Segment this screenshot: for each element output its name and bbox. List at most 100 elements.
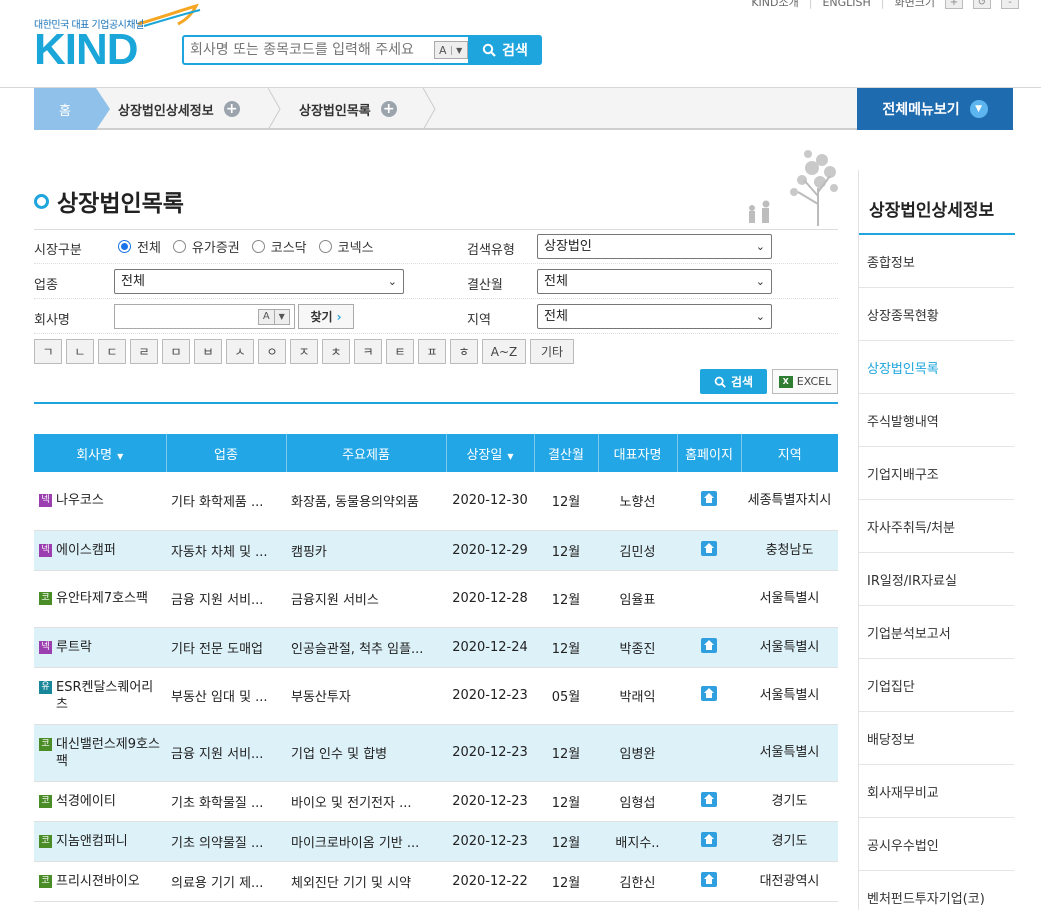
sidebar-item[interactable]: 종합정보: [859, 235, 1014, 288]
market-radio-kospi[interactable]: 유가증권: [172, 237, 240, 256]
global-search-button[interactable]: 검색: [468, 35, 542, 65]
industry-cell: 기초 화학물질 ...: [166, 781, 286, 822]
fiscal-month-cell: 05월: [534, 667, 598, 725]
consonant-button[interactable]: ㅇ: [258, 339, 286, 364]
home-icon[interactable]: [701, 791, 717, 807]
results-divider: [34, 402, 838, 404]
sidebar-item[interactable]: 기업집단: [859, 659, 1014, 712]
listed-date-cell: 2020-12-29: [446, 530, 534, 571]
plus-icon[interactable]: +: [223, 101, 240, 117]
product-cell: 금융지원 서비스: [286, 570, 446, 628]
sidebar-item[interactable]: 벤처펀드투자기업(코): [859, 871, 1014, 910]
company-name-link[interactable]: 지놈앤컴퍼니: [56, 833, 128, 850]
find-company-button[interactable]: 찾기 ›: [298, 304, 354, 329]
sidebar-item[interactable]: 공시우수법인: [859, 818, 1014, 871]
consonant-button[interactable]: ㅊ: [322, 339, 350, 364]
sidebar-item[interactable]: 기업분석보고서: [859, 606, 1014, 659]
market-radio-kosdaq[interactable]: 코스닥: [251, 237, 307, 256]
region-select[interactable]: 전체 ⌄: [537, 304, 772, 329]
market-radio-konex[interactable]: 코넥스: [318, 237, 374, 256]
company-name-link[interactable]: ESR켄달스퀘어리츠: [56, 679, 161, 713]
region-cell: 대전광역시: [741, 861, 838, 902]
consonant-button[interactable]: ㄱ: [34, 339, 62, 364]
listed-date-cell: 2020-12-30: [446, 472, 534, 531]
fiscal-month-select[interactable]: 전체 ⌄: [537, 269, 772, 294]
home-icon[interactable]: [701, 831, 717, 847]
col-fiscal-header: 결산월: [534, 434, 599, 472]
consonant-button[interactable]: ㅋ: [354, 339, 382, 364]
home-icon[interactable]: [701, 686, 717, 701]
consonant-button[interactable]: ㅁ: [162, 339, 190, 364]
logo-wordmark: KIND: [34, 25, 139, 74]
company-name-link[interactable]: 석경에이티: [56, 793, 116, 810]
company-name-link[interactable]: 에이스캠퍼: [56, 542, 116, 559]
company-name-link[interactable]: 루트락: [56, 639, 92, 656]
home-icon[interactable]: [701, 491, 717, 507]
chevron-right-icon: [423, 88, 436, 130]
consonant-button[interactable]: ㅍ: [418, 339, 446, 364]
alphabet-button[interactable]: A~Z: [482, 339, 526, 364]
col-company-header[interactable]: 회사명 ▼: [34, 434, 167, 472]
company-name-input[interactable]: A ▼: [114, 304, 295, 329]
consonant-button[interactable]: ㅎ: [450, 339, 478, 364]
company-name-link[interactable]: 유안타제7호스팩: [56, 590, 148, 607]
search-button[interactable]: 검색: [700, 369, 767, 394]
chevron-down-icon: ⌄: [387, 275, 397, 288]
sidebar-item[interactable]: 배당정보: [859, 712, 1014, 765]
table-row: 넥 에이스캠퍼 자동차 차체 및 ... 캠핑카 2020-12-29 12월 김민성 충청남…: [34, 530, 838, 571]
col-homepage-header: 홈페이지: [677, 434, 742, 472]
homepage-cell: [677, 627, 741, 668]
kind-logo[interactable]: 대한민국 대표 기업공시채널 KIND: [34, 3, 201, 72]
sidebar-item[interactable]: 상장종목현황: [859, 288, 1014, 341]
consonant-button[interactable]: ㅌ: [386, 339, 414, 364]
homepage-cell: [677, 472, 741, 531]
table-row: 넥 나우코스 기타 화학제품 ... 화장품, 동물용의약외품 2020-12-30 12…: [34, 472, 838, 531]
sidebar-item[interactable]: 기업지배구조: [859, 447, 1014, 500]
consonant-button[interactable]: ㄴ: [66, 339, 94, 364]
consonant-button[interactable]: ㅂ: [194, 339, 222, 364]
company-search-input[interactable]: [184, 37, 434, 63]
consonant-button[interactable]: ㅈ: [290, 339, 318, 364]
sidebar-item[interactable]: 회사재무비교: [859, 765, 1014, 818]
product-cell: 바이오 및 전기전자 ...: [286, 781, 446, 822]
market-badge: 코: [39, 834, 52, 848]
plus-icon[interactable]: +: [380, 101, 397, 117]
region-cell: 서울특별시: [741, 667, 838, 725]
home-icon[interactable]: [701, 871, 717, 887]
consonant-button[interactable]: ㄹ: [130, 339, 158, 364]
search-type-select[interactable]: 상장법인 ⌄: [537, 234, 772, 259]
table-row: 유 ESR켄달스퀘어리츠 부동산 임대 및 ... 부동산투자 2020-12-23 05…: [34, 667, 838, 725]
company-name-link[interactable]: 나우코스: [56, 492, 104, 509]
company-name-link[interactable]: 대신밸런스제9호스팩: [56, 736, 161, 770]
market-radio-all[interactable]: 전체: [118, 237, 161, 256]
breadcrumb-level1[interactable]: 상장법인상세정보 +: [118, 88, 240, 130]
sidebar-item[interactable]: 자사주취득/처분: [859, 500, 1014, 553]
industry-select[interactable]: 전체 ⌄: [114, 269, 404, 294]
all-menu-button[interactable]: 전체메뉴보기 ▼: [857, 88, 1013, 130]
excel-download-button[interactable]: X EXCEL: [772, 369, 838, 394]
sidebar-item[interactable]: IR일정/IR자료실: [859, 553, 1014, 606]
other-button[interactable]: 기타: [530, 339, 574, 364]
home-icon[interactable]: [701, 540, 717, 556]
sidebar-item[interactable]: 주식발행내역: [859, 394, 1014, 447]
market-badge: 넥: [39, 543, 52, 557]
consonant-button[interactable]: ㄷ: [98, 339, 126, 364]
table-row: 코 유안타제7호스팩 금융 지원 서비... 금융지원 서비스 2020-12-28 12…: [34, 570, 838, 628]
industry-cell: 자동차 차체 및 ...: [166, 530, 286, 571]
table-row: 넥 루트락 기타 전문 도매업 인공슬관절, 척추 임플... 2020-12-24 12…: [34, 627, 838, 668]
fiscal-month-cell: 12월: [534, 821, 598, 862]
table-row: 코 프리시젼바이오 의료용 기기 제... 체외진단 기기 및 시약 2020-12-2…: [34, 861, 838, 902]
product-cell: 마이크로바이옴 기반 ...: [286, 821, 446, 862]
breadcrumb-home[interactable]: 홈: [34, 88, 110, 130]
company-name-link[interactable]: 프리시젼바이오: [56, 873, 140, 890]
logo-swoosh-icon: [137, 3, 201, 27]
home-icon[interactable]: [701, 637, 717, 653]
virtual-keyboard-toggle[interactable]: A ▼: [258, 309, 290, 325]
filter-row-company: 회사명 A ▼ 찾기 › 지역 전체 ⌄: [34, 300, 838, 334]
col-listed-header[interactable]: 상장일 ▼: [446, 434, 535, 472]
breadcrumb-level2[interactable]: 상장법인목록 +: [299, 88, 397, 130]
virtual-keyboard-toggle[interactable]: A ▼: [434, 41, 468, 59]
consonant-button[interactable]: ㅅ: [226, 339, 254, 364]
company-label: 회사명: [34, 313, 70, 328]
sidebar-item[interactable]: 상장법인목록: [859, 341, 1014, 394]
